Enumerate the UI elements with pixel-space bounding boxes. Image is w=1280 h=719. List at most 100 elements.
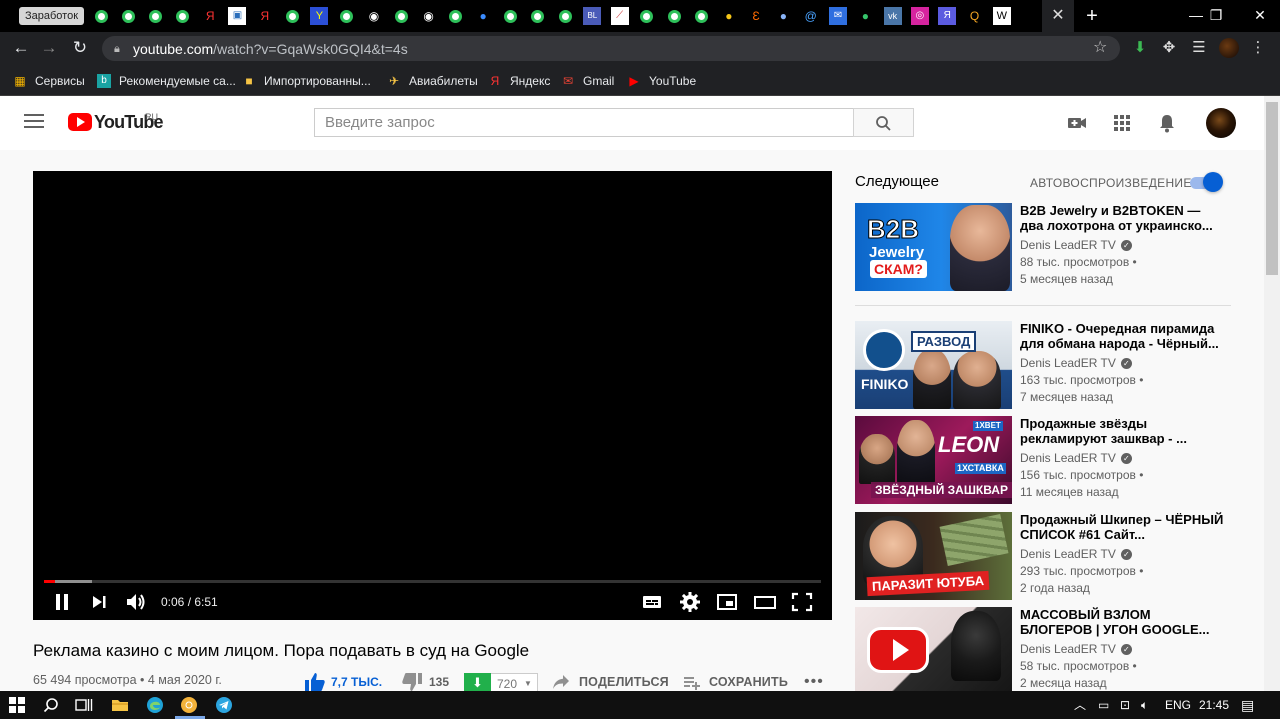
battery-icon[interactable]: ▭ [1098, 697, 1109, 713]
youtube-logo-icon[interactable] [68, 113, 92, 131]
tab-favicon-icon[interactable]: ▣ [228, 7, 247, 25]
tray-chevron-icon[interactable]: ︿ [1074, 697, 1086, 713]
close-window-button[interactable]: ✕ [1240, 0, 1280, 32]
tab-favicon-icon[interactable] [501, 7, 519, 25]
download-extension-icon[interactable]: ⬇ [1130, 38, 1150, 58]
scrollbar-thumb[interactable] [1266, 102, 1278, 275]
tab-favicon-icon[interactable]: ● [720, 7, 738, 25]
windows-start-icon[interactable] [6, 694, 28, 716]
tab-favicon-icon[interactable] [638, 7, 656, 25]
search-icon[interactable] [40, 694, 62, 716]
reload-button[interactable]: ↻ [68, 36, 92, 60]
video-thumbnail[interactable] [855, 607, 1012, 691]
wikipedia-tab-icon[interactable]: W [992, 7, 1011, 25]
video-thumbnail[interactable]: ПАРАЗИТ ЮТУБА [855, 512, 1012, 600]
bookmark-yandex[interactable]: Я Яндекс [488, 72, 551, 89]
add-to-playlist-icon[interactable] [683, 675, 701, 691]
tab-favicon-icon[interactable] [392, 7, 410, 25]
fullscreen-icon[interactable] [791, 591, 813, 613]
chrome-browser-icon[interactable] [178, 694, 200, 716]
tab-favicon-icon[interactable]: BL [583, 7, 602, 25]
account-avatar[interactable] [1206, 108, 1236, 138]
settings-gear-icon[interactable] [679, 591, 701, 613]
tab-favicon-icon[interactable]: ⟋ [610, 7, 629, 25]
recommended-video-title[interactable]: FINIKO - Очередная пирамида для обмана н… [1020, 321, 1225, 351]
tab-favicon-icon[interactable] [283, 7, 301, 25]
miniplayer-icon[interactable] [716, 591, 738, 613]
apps-grid-icon[interactable] [1111, 112, 1133, 134]
instagram-tab-icon[interactable]: ◎ [910, 7, 929, 25]
tab-favicon-icon[interactable] [92, 7, 110, 25]
search-input[interactable] [314, 108, 854, 137]
globe-tab-icon[interactable]: ◉ [365, 7, 383, 25]
mail-tab-icon[interactable]: ✉ [829, 7, 848, 25]
tab-favicon-icon[interactable]: Ɛ [747, 7, 765, 25]
video-thumbnail[interactable]: B2B Jewelry СКАМ? [855, 203, 1012, 291]
progress-bar[interactable] [44, 580, 821, 583]
download-arrow-icon[interactable]: ⬇ [464, 673, 491, 693]
channel-name[interactable]: Denis LeadER TV ✓ [1020, 355, 1132, 371]
network-icon[interactable]: ⊡ [1120, 697, 1130, 713]
like-button[interactable]: 7,7 ТЫС. [304, 672, 382, 692]
recommended-video-title[interactable]: МАССОВЫЙ ВЗЛОМ БЛОГЕРОВ | УГОН GOOGLE... [1020, 607, 1225, 637]
yandex-tab-icon[interactable]: Я [256, 7, 274, 25]
channel-name[interactable]: Denis LeadER TV ✓ [1020, 450, 1132, 466]
chrome-menu-icon[interactable]: ⋮ [1248, 38, 1268, 58]
share-icon[interactable] [552, 674, 570, 690]
new-tab-button[interactable]: + [1082, 0, 1102, 32]
subtitles-icon[interactable] [641, 591, 663, 613]
bookmark-flights[interactable]: ✈ Авиабилеты [387, 72, 478, 89]
bookmark-youtube[interactable]: ▶ YouTube [627, 72, 696, 89]
tab-favicon-icon[interactable] [119, 7, 137, 25]
bookmark-star-icon[interactable]: ☆ [1093, 38, 1107, 58]
tab-favicon-icon[interactable] [447, 7, 465, 25]
recommended-video[interactable]: ПАРАЗИТ ЮТУБА Продажный Шкипер – ЧЁРНЫЙ … [855, 512, 1231, 602]
recommended-video[interactable]: B2B Jewelry СКАМ? B2B Jewelry и B2BTOKEN… [855, 203, 1231, 293]
create-video-icon[interactable] [1066, 112, 1088, 134]
recommended-video[interactable]: МАССОВЫЙ ВЗЛОМ БЛОГЕРОВ | УГОН GOOGLE...… [855, 607, 1231, 697]
tab-zarabotok[interactable]: Заработок [19, 7, 85, 25]
forward-button[interactable]: → [37, 36, 61, 60]
recommended-video[interactable]: РАЗВОД FINIKO FINIKO - Очередная пирамид… [855, 321, 1231, 411]
save-button[interactable]: СОХРАНИТЬ [709, 674, 788, 690]
channel-name[interactable]: Denis LeadER TV ✓ [1020, 546, 1132, 562]
channel-name[interactable]: Denis LeadER TV ✓ [1020, 237, 1132, 253]
pause-button[interactable] [53, 591, 73, 613]
tab-favicon-icon[interactable]: ● [856, 7, 874, 25]
tab-favicon-icon[interactable] [147, 7, 165, 25]
edge-browser-icon[interactable] [144, 694, 166, 716]
volume-tray-icon[interactable]: 🔈︎ [1141, 697, 1148, 713]
tray-clock[interactable]: 21:45 [1199, 697, 1229, 713]
tab-favicon-icon[interactable]: Y [310, 7, 329, 25]
facebook-tab-icon[interactable]: ● [474, 7, 492, 25]
maximize-button[interactable]: ❐ [1196, 0, 1236, 32]
theater-mode-icon[interactable] [753, 591, 777, 613]
tab-favicon-icon[interactable]: Q [966, 7, 984, 25]
next-button[interactable] [90, 591, 110, 613]
profile-avatar[interactable] [1219, 38, 1239, 58]
bookmark-gmail[interactable]: ✉ Gmail [561, 72, 614, 89]
extensions-puzzle-icon[interactable]: ✥ [1159, 38, 1179, 58]
search-button[interactable] [853, 108, 914, 137]
tab-favicon-icon[interactable] [556, 7, 574, 25]
active-tab[interactable]: ✕ [1042, 0, 1074, 32]
recommended-video-title[interactable]: Продажный Шкипер – ЧЁРНЫЙ СПИСОК #61 Сай… [1020, 512, 1225, 542]
tab-favicon-icon[interactable]: Я [938, 7, 957, 25]
tab-favicon-icon[interactable] [174, 7, 192, 25]
yandex-tab-icon[interactable]: Я [201, 7, 219, 25]
vk-tab-icon[interactable]: vk [883, 7, 902, 25]
language-indicator[interactable]: ENG [1165, 697, 1191, 713]
share-button[interactable]: ПОДЕЛИТЬСЯ [579, 674, 669, 690]
tab-favicon-icon[interactable] [338, 7, 356, 25]
tab-favicon-icon[interactable] [529, 7, 547, 25]
close-icon[interactable]: ✕ [1051, 7, 1064, 24]
recommended-video[interactable]: 1XBET LEON 1ХСТАВКА ЗВЁЗДНЫЙ ЗАШКВАР Про… [855, 416, 1231, 506]
tab-favicon-icon[interactable]: ● [774, 7, 792, 25]
tab-favicon-icon[interactable] [693, 7, 711, 25]
video-thumbnail[interactable]: РАЗВОД FINIKO [855, 321, 1012, 409]
bookmark-services[interactable]: ▦ Сервисы [13, 72, 84, 89]
media-control-icon[interactable]: ☰ [1189, 38, 1209, 58]
autoplay-toggle-knob[interactable] [1203, 172, 1223, 192]
recommended-video-title[interactable]: Продажные звёзды рекламируют зашквар - .… [1020, 416, 1225, 446]
hamburger-menu-icon[interactable] [24, 114, 44, 132]
